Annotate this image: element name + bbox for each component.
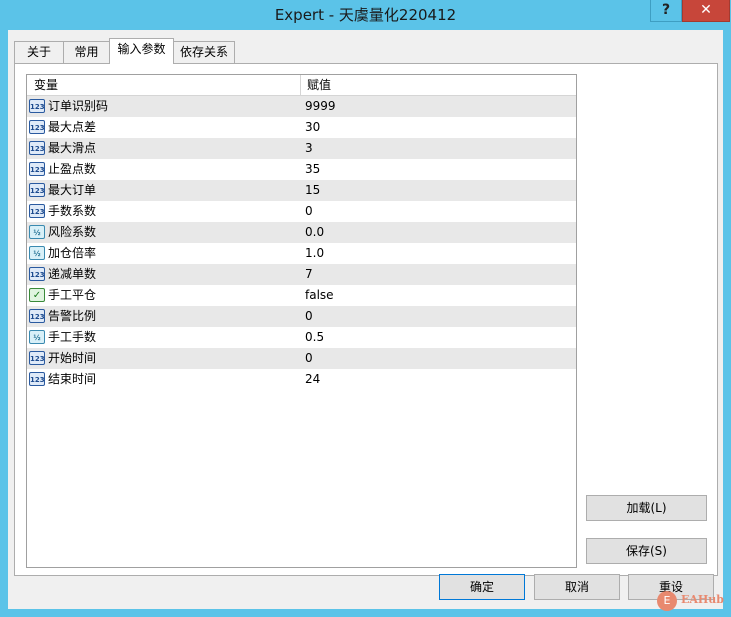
double-icon: ½: [29, 246, 45, 260]
grid-header: 变量 赋值: [27, 75, 576, 96]
int-icon: 123: [29, 267, 45, 281]
parameter-name-cell: 123 最大滑点: [27, 138, 301, 159]
parameter-row[interactable]: ½ 风险系数 0.0: [27, 222, 576, 243]
int-icon: 123: [29, 162, 45, 176]
parameter-name-cell: ½ 风险系数: [27, 222, 301, 243]
int-icon: 123: [29, 309, 45, 323]
column-header-variable[interactable]: 变量: [27, 75, 301, 95]
parameter-value[interactable]: 3: [302, 138, 576, 159]
int-icon: 123: [29, 141, 45, 155]
parameter-row[interactable]: ½ 加仓倍率 1.0: [27, 243, 576, 264]
parameter-row[interactable]: 123 订单识别码 9999: [27, 96, 576, 117]
parameter-name: 手数系数: [48, 204, 97, 218]
tab-common[interactable]: 常用: [63, 41, 110, 63]
help-button[interactable]: ?: [650, 0, 682, 22]
parameter-row[interactable]: 123 最大点差 30: [27, 117, 576, 138]
parameter-row[interactable]: ½ 手工手数 0.5: [27, 327, 576, 348]
parameter-name-cell: ½ 手工手数: [27, 327, 301, 348]
parameter-value[interactable]: 35: [302, 159, 576, 180]
parameter-name: 结束时间: [48, 372, 97, 386]
parameter-name-cell: ½ 加仓倍率: [27, 243, 301, 264]
parameter-name: 最大滑点: [48, 141, 97, 155]
save-button[interactable]: 保存(S): [586, 538, 707, 564]
tab-dependencies[interactable]: 依存关系: [173, 41, 235, 63]
parameter-name-cell: 123 告警比例: [27, 306, 301, 327]
parameter-name-cell: 123 最大点差: [27, 117, 301, 138]
parameter-row[interactable]: ✓ 手工平仓 false: [27, 285, 576, 306]
parameter-name: 开始时间: [48, 351, 97, 365]
parameter-row[interactable]: 123 告警比例 0: [27, 306, 576, 327]
parameter-name: 风险系数: [48, 225, 97, 239]
double-icon: ½: [29, 330, 45, 344]
parameter-value[interactable]: 7: [302, 264, 576, 285]
parameter-row[interactable]: 123 手数系数 0: [27, 201, 576, 222]
parameter-value[interactable]: false: [302, 285, 576, 306]
parameter-name: 手工手数: [48, 330, 97, 344]
cancel-button[interactable]: 取消: [534, 574, 620, 600]
parameter-value[interactable]: 24: [302, 369, 576, 390]
parameter-name-cell: ✓ 手工平仓: [27, 285, 301, 306]
parameter-row[interactable]: 123 结束时间 24: [27, 369, 576, 390]
load-button[interactable]: 加载(L): [586, 495, 707, 521]
int-icon: 123: [29, 372, 45, 386]
int-icon: 123: [29, 99, 45, 113]
parameter-value[interactable]: 1.0: [302, 243, 576, 264]
parameter-name-cell: 123 递减单数: [27, 264, 301, 285]
parameter-value[interactable]: 0: [302, 201, 576, 222]
parameter-name-cell: 123 最大订单: [27, 180, 301, 201]
int-icon: 123: [29, 183, 45, 197]
parameter-row[interactable]: 123 开始时间 0: [27, 348, 576, 369]
parameters-grid: 变量 赋值 123 订单识别码 9999 123 最大点差 30 123 最大滑点 3 123 止盈…: [26, 74, 577, 568]
parameter-value[interactable]: 9999: [302, 96, 576, 117]
parameter-name: 递减单数: [48, 267, 97, 281]
int-icon: 123: [29, 204, 45, 218]
parameter-name-cell: 123 止盈点数: [27, 159, 301, 180]
parameter-value[interactable]: 0.5: [302, 327, 576, 348]
parameter-name: 手工平仓: [48, 288, 97, 302]
int-icon: 123: [29, 351, 45, 365]
tab-inputs[interactable]: 输入参数: [109, 38, 174, 64]
double-icon: ½: [29, 225, 45, 239]
parameter-value[interactable]: 0.0: [302, 222, 576, 243]
title-bar: Expert - 天虞量化220412 ? ✕: [0, 0, 731, 30]
watermark-text: EAHub: [681, 593, 725, 606]
parameter-row[interactable]: 123 最大滑点 3: [27, 138, 576, 159]
close-button[interactable]: ✕: [682, 0, 730, 22]
parameter-name: 订单识别码: [48, 99, 109, 113]
watermark: E EAHub: [657, 590, 727, 614]
parameter-value[interactable]: 0: [302, 306, 576, 327]
column-header-value[interactable]: 赋值: [302, 75, 576, 95]
inputs-panel: 变量 赋值 123 订单识别码 9999 123 最大点差 30 123 最大滑点 3 123 止盈…: [14, 63, 718, 576]
parameter-name: 告警比例: [48, 309, 97, 323]
parameter-row[interactable]: 123 递减单数 7: [27, 264, 576, 285]
parameter-name: 加仓倍率: [48, 246, 97, 260]
ok-button[interactable]: 确定: [439, 574, 525, 600]
bool-icon: ✓: [29, 288, 45, 302]
parameter-row[interactable]: 123 止盈点数 35: [27, 159, 576, 180]
dialog-client: 关于 常用 输入参数 依存关系 变量 赋值 123 订单识别码 9999 123 最大点…: [8, 30, 723, 609]
parameter-name: 止盈点数: [48, 162, 97, 176]
parameter-name-cell: 123 结束时间: [27, 369, 301, 390]
parameter-name-cell: 123 手数系数: [27, 201, 301, 222]
parameter-value[interactable]: 30: [302, 117, 576, 138]
parameter-name: 最大订单: [48, 183, 97, 197]
parameter-name-cell: 123 订单识别码: [27, 96, 301, 117]
window-title: Expert - 天虞量化220412: [274, 6, 457, 24]
parameter-value[interactable]: 0: [302, 348, 576, 369]
parameter-name-cell: 123 开始时间: [27, 348, 301, 369]
int-icon: 123: [29, 120, 45, 134]
parameter-name: 最大点差: [48, 120, 97, 134]
eahub-logo-icon: E: [657, 591, 677, 611]
parameter-value[interactable]: 15: [302, 180, 576, 201]
parameter-row[interactable]: 123 最大订单 15: [27, 180, 576, 201]
tab-about[interactable]: 关于: [14, 41, 64, 63]
